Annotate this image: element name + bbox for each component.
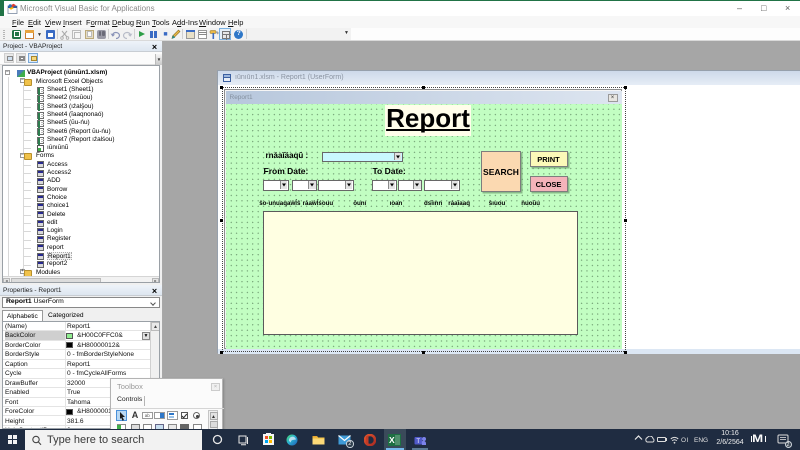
svg-text:T: T	[416, 439, 420, 445]
